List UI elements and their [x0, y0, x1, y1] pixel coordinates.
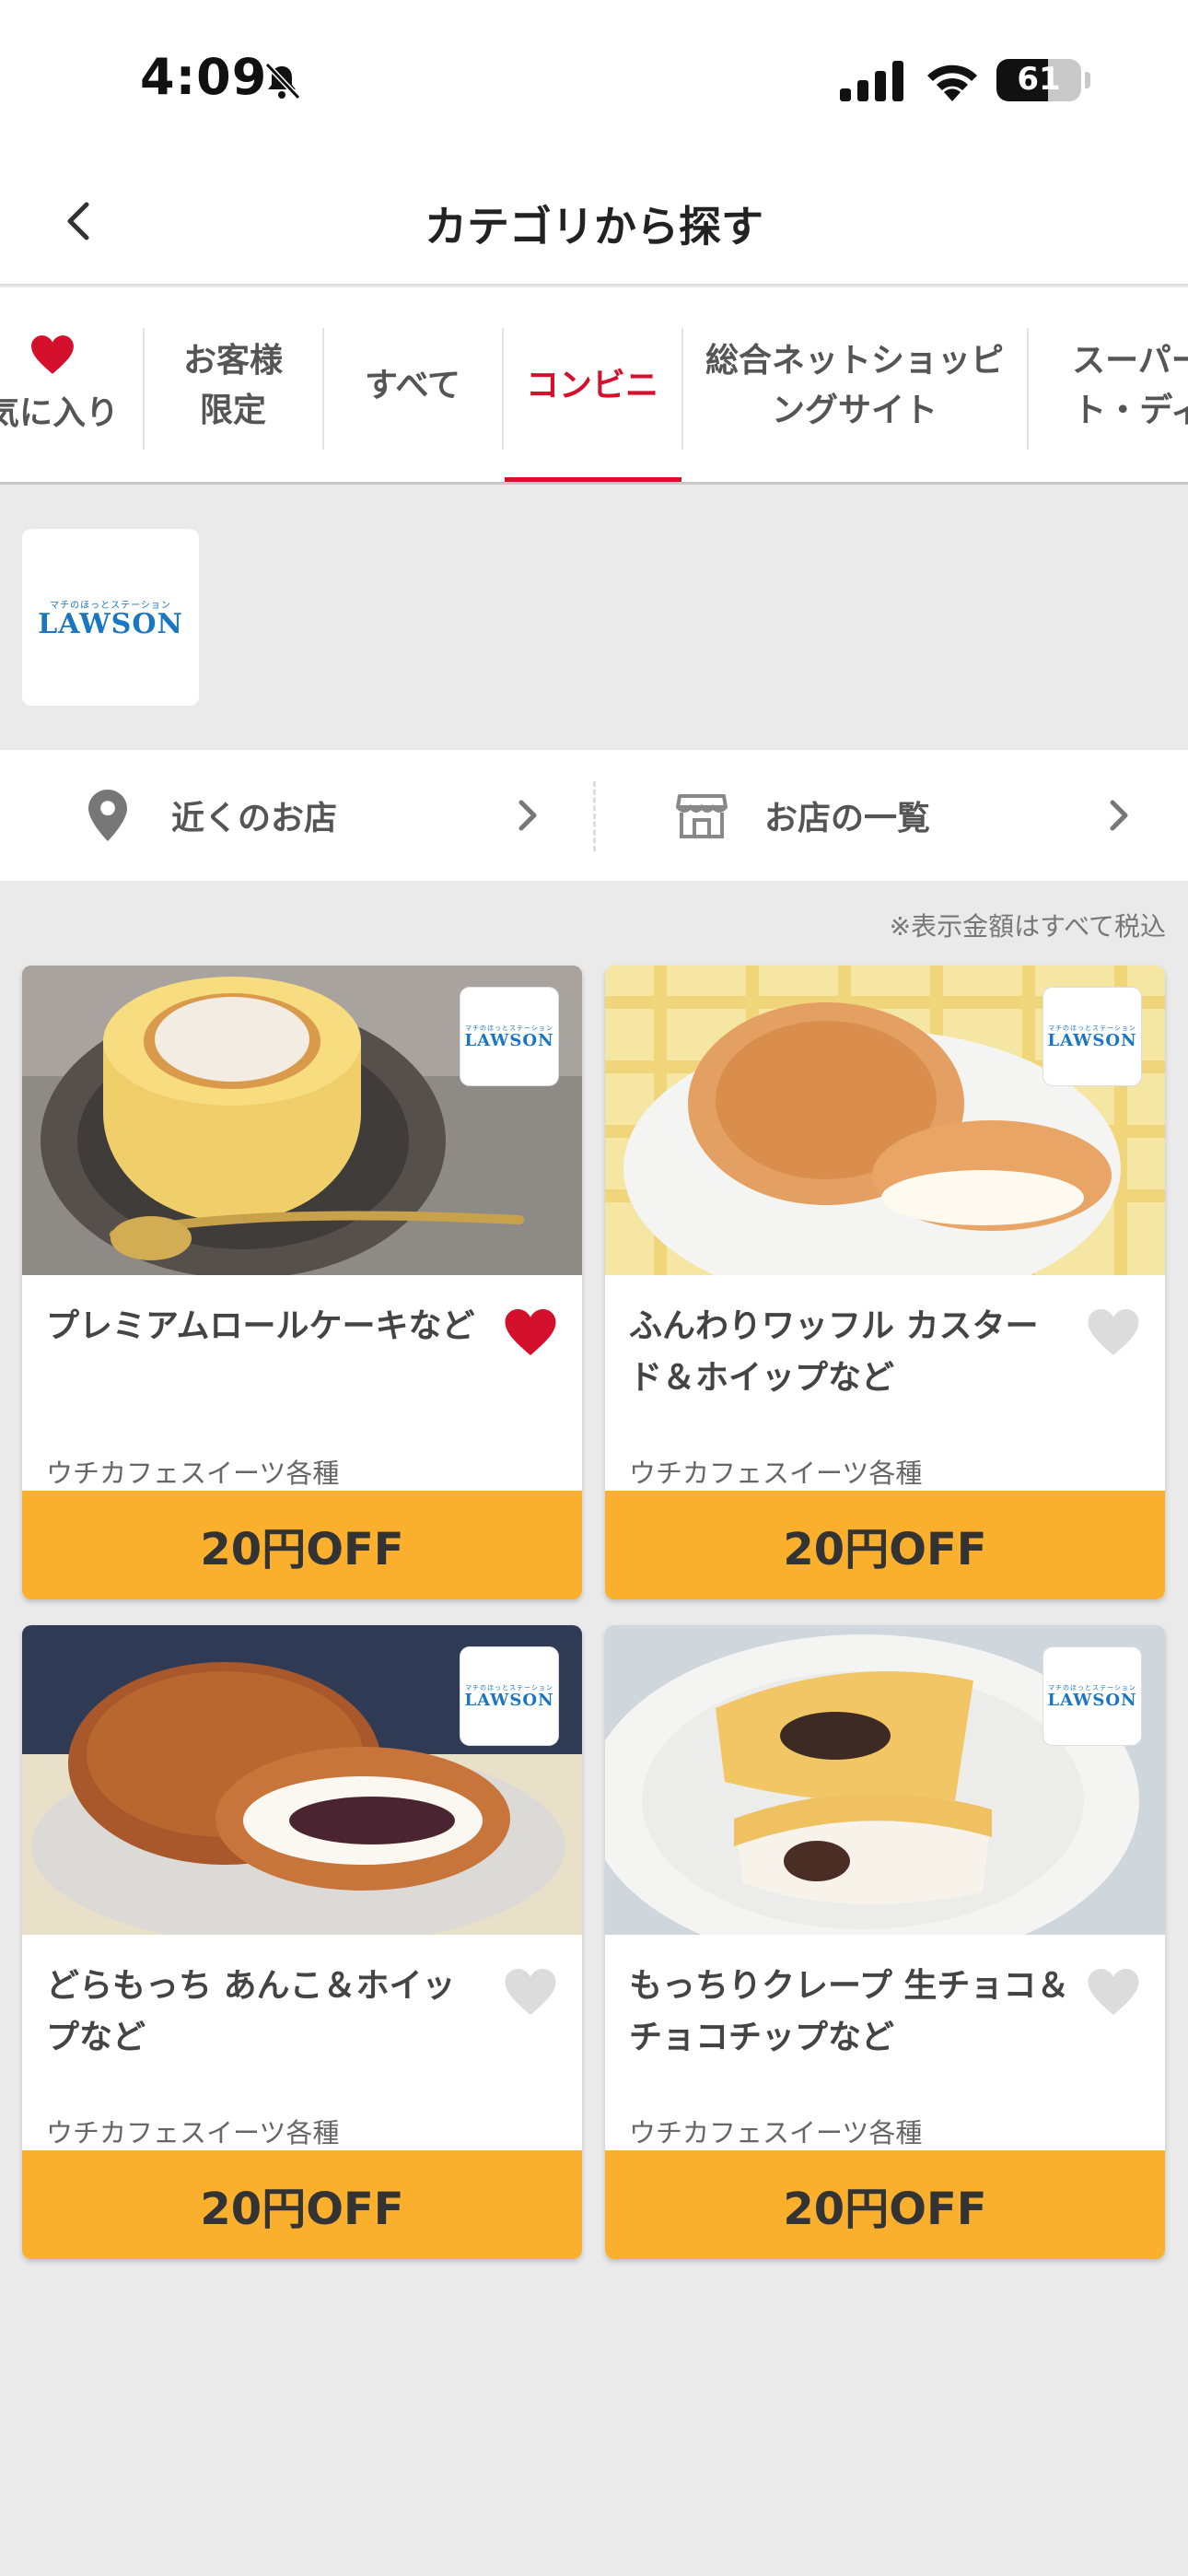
category-tabs: 気に入り お客様 限定 すべて コンビニ 総合ネットショッピ ングサイト スーパ… [0, 287, 1188, 485]
discount-label: 20円OFF [22, 1491, 582, 1599]
battery-tip [1085, 72, 1090, 88]
status-bar: 4:09 61 [0, 0, 1188, 157]
store-logo-lawson[interactable]: マチのほっとステーション LAWSON [22, 529, 199, 706]
location-pin-icon [88, 790, 127, 841]
favorite-heart-icon[interactable] [1086, 1966, 1141, 2018]
product-photo-dorayaki: マチのほっとステーション LAWSON [22, 1625, 582, 1935]
badge-wordmark: LAWSON [464, 1691, 554, 1710]
tax-note: ※表示金額はすべて税込 [889, 911, 1166, 942]
tab-all-label: すべて [364, 367, 461, 404]
tab-members-label: お客様 限定 [182, 342, 283, 429]
favorite-heart-icon[interactable] [503, 1966, 558, 2018]
tab-online-shopping-label: 総合ネットショッピ ングサイト [705, 342, 1004, 429]
product-category: ウチカフェスイーツ各種 [46, 2117, 340, 2149]
coupon-card[interactable]: マチのほっとステーション LAWSON ふんわりワッフル カスタード＆ホイップな… [605, 966, 1165, 1599]
tab-all[interactable]: すべて [323, 287, 502, 482]
product-photo-roll-cake: マチのほっとステーション LAWSON [22, 966, 582, 1275]
battery-percent: 61 [1017, 61, 1061, 98]
store-links: 近くのお店 お店の一覧 [0, 750, 1188, 881]
status-time: 4:09 [140, 48, 268, 106]
tab-supermarket-label: スーパー ト・ディ [1072, 342, 1188, 429]
coupon-card[interactable]: マチのほっとステーション LAWSON プレミアムロールケーキなど ウチカフェス… [22, 966, 582, 1599]
tab-convenience-label: コンビニ [525, 367, 658, 404]
lawson-badge: マチのほっとステーション LAWSON [1043, 988, 1141, 1085]
nav-header: カテゴリから探す [0, 157, 1188, 286]
store-list-label: お店の一覧 [764, 800, 931, 837]
product-photo-waffle: マチのほっとステーション LAWSON [605, 966, 1165, 1275]
wifi-icon [927, 64, 977, 101]
coupon-card[interactable]: マチのほっとステーション LAWSON もっちりクレープ 生チョコ＆チョコチップ… [605, 1625, 1165, 2259]
active-tab-indicator [505, 477, 681, 482]
favorite-heart-icon[interactable] [503, 1306, 558, 1358]
badge-wordmark: LAWSON [1047, 1031, 1137, 1050]
nearby-stores-label: 近くのお店 [171, 800, 338, 837]
discount-label: 20円OFF [605, 1491, 1165, 1599]
nearby-stores-link[interactable]: 近くのお店 [88, 750, 540, 881]
tab-convenience-store[interactable]: コンビニ [503, 287, 681, 482]
product-category: ウチカフェスイーツ各種 [46, 1458, 340, 1489]
page-title: カテゴリから探す [425, 202, 763, 252]
lawson-badge: マチのほっとステーション LAWSON [460, 1647, 558, 1745]
product-name: どらもっち あんこ＆ホイップなど [46, 1967, 456, 2056]
product-photo-crepe: マチのほっとステーション LAWSON [605, 1625, 1165, 1935]
coupon-card[interactable]: マチのほっとステーション LAWSON どらもっち あんこ＆ホイップなど ウチカ… [22, 1625, 582, 2259]
tab-supermarket[interactable]: スーパー ト・ディ [1028, 287, 1188, 482]
lawson-badge: マチのほっとステーション LAWSON [460, 988, 558, 1085]
tab-members[interactable]: お客様 限定 [144, 287, 322, 482]
heart-icon [31, 335, 74, 374]
logo-wordmark: LAWSON [38, 607, 183, 640]
battery-indicator: 61 [996, 59, 1081, 101]
tab-favorites-label: 気に入り [0, 394, 119, 432]
silent-bell-icon [264, 62, 301, 100]
favorite-heart-icon[interactable] [1086, 1306, 1141, 1358]
product-name: ふんわりワッフル カスタード＆ホイップなど [629, 1307, 1039, 1397]
discount-label: 20円OFF [605, 2150, 1165, 2259]
tab-favorites[interactable]: 気に入り [0, 287, 142, 482]
badge-wordmark: LAWSON [464, 1031, 554, 1050]
badge-wordmark: LAWSON [1047, 1691, 1137, 1710]
product-category: ウチカフェスイーツ各種 [629, 1458, 923, 1489]
chevron-right-icon [518, 800, 537, 831]
lawson-badge: マチのほっとステーション LAWSON [1043, 1647, 1141, 1745]
store-list-link[interactable]: お店の一覧 [676, 750, 1131, 881]
storefront-icon [676, 794, 728, 838]
cellular-signal-icon [840, 61, 903, 101]
link-divider [593, 781, 596, 851]
product-category: ウチカフェスイーツ各種 [629, 2117, 923, 2149]
product-name: プレミアムロールケーキなど [46, 1307, 475, 1345]
tab-online-shopping[interactable]: 総合ネットショッピ ングサイト [682, 287, 1027, 482]
discount-label: 20円OFF [22, 2150, 582, 2259]
chevron-right-icon [1110, 800, 1128, 831]
product-name: もっちりクレープ 生チョコ＆チョコチップなど [629, 1967, 1070, 2056]
